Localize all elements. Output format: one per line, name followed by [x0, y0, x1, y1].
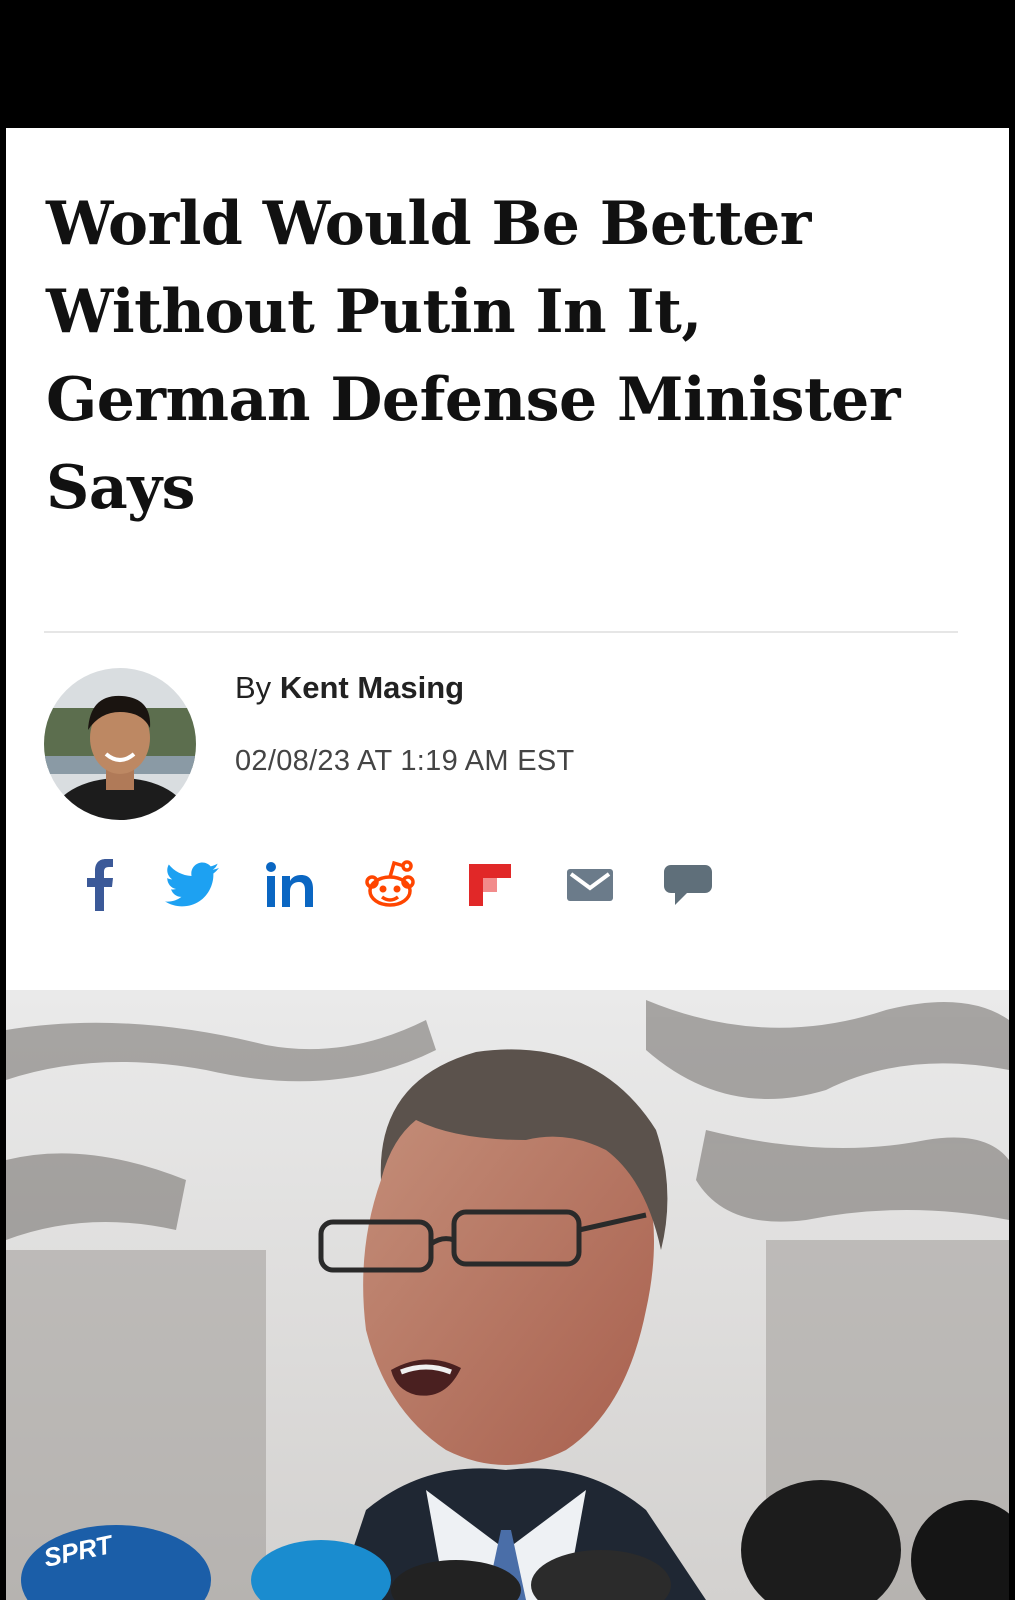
author-photo [44, 668, 196, 820]
twitter-share-button[interactable] [162, 853, 222, 917]
facebook-icon [87, 859, 113, 911]
author-avatar[interactable] [44, 668, 196, 820]
comment-icon [664, 865, 712, 905]
article-page: World Would Be Better Without Putin In I… [6, 128, 1009, 1600]
linkedin-share-button[interactable] [260, 853, 320, 917]
flipboard-share-button[interactable] [460, 853, 520, 917]
divider [44, 631, 958, 633]
author-name-link[interactable]: Kent Masing [280, 670, 464, 705]
email-icon [567, 869, 613, 901]
linkedin-icon [266, 862, 313, 907]
reddit-share-button[interactable] [360, 853, 420, 917]
facebook-share-button[interactable] [70, 853, 130, 917]
byline: By Kent Masing [235, 670, 464, 706]
comment-button[interactable] [658, 853, 718, 917]
article-headline: World Would Be Better Without Putin In I… [46, 189, 900, 523]
byline-prefix: By [235, 670, 272, 705]
flipboard-icon [469, 864, 511, 906]
article-hero-image: SPRT [6, 990, 1009, 1600]
twitter-icon [165, 862, 219, 907]
hero-photo: SPRT [6, 990, 1009, 1600]
publish-date: 02/08/23 AT 1:19 AM EST [235, 745, 575, 777]
email-share-button[interactable] [560, 853, 620, 917]
status-bar [0, 0, 1015, 128]
reddit-icon [365, 860, 415, 907]
